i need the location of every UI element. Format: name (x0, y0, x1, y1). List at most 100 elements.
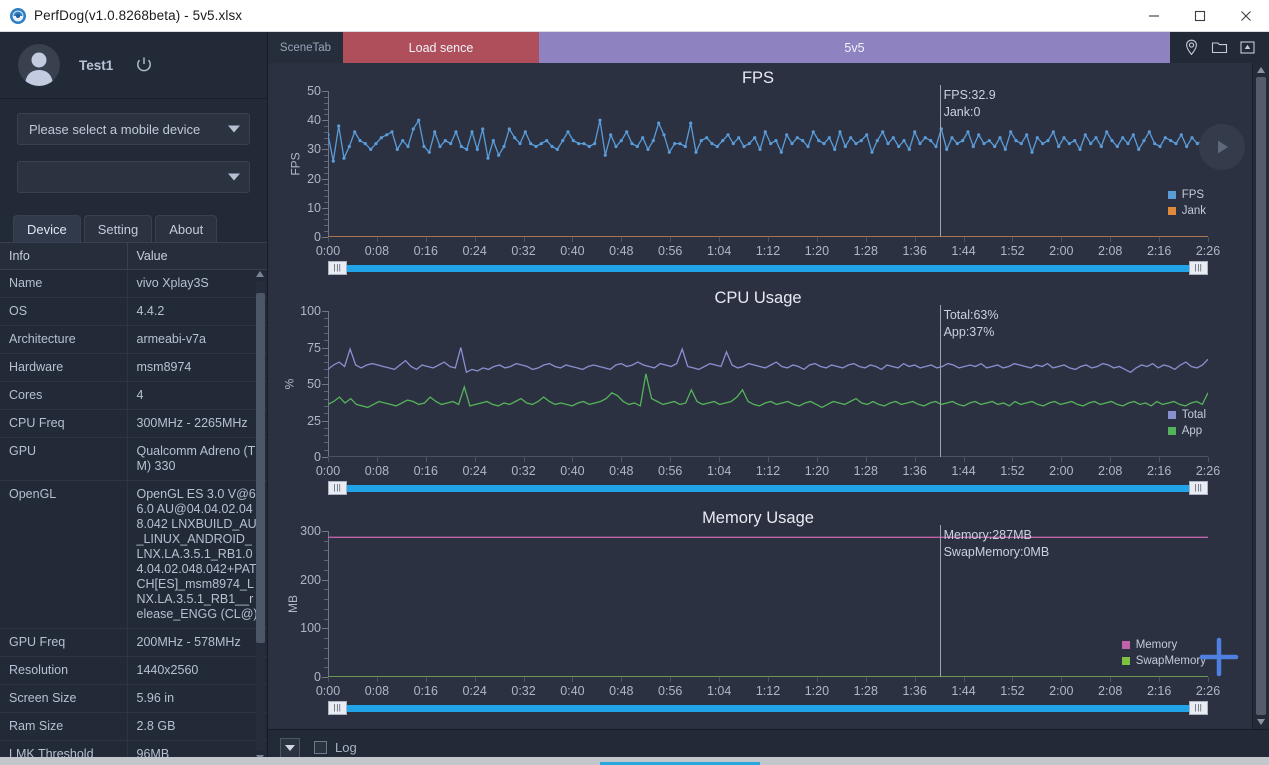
y-tick-label: 10 (307, 201, 321, 215)
table-row[interactable]: OS4.4.2 (0, 298, 267, 326)
scroll-up-icon[interactable] (256, 271, 264, 277)
series-point (822, 142, 825, 145)
table-row[interactable]: GPUQualcomm Adreno (TM) 330 (0, 438, 267, 481)
sidebar-scroll-thumb[interactable] (256, 293, 265, 643)
device-select[interactable]: Please select a mobile device (17, 113, 250, 145)
play-button[interactable] (1199, 124, 1245, 170)
scroll-up-icon[interactable] (1257, 67, 1265, 73)
power-icon[interactable] (135, 56, 153, 74)
legend-label: FPS (1182, 187, 1204, 203)
x-tick-label: 0:32 (511, 244, 535, 258)
cursor-line[interactable] (940, 305, 941, 457)
x-tick-mark (572, 457, 573, 462)
cell-info: CPU Freq (0, 410, 127, 438)
slider-handle-left[interactable]: ||| (328, 261, 347, 275)
series-point (1041, 142, 1044, 145)
plot-area[interactable]: %02550751000:000:080:160:240:320:400:480… (328, 311, 1208, 457)
table-row[interactable]: Architecturearmeabi-v7a (0, 326, 267, 354)
slider-track[interactable] (328, 485, 1208, 492)
series-point (908, 148, 911, 151)
x-tick-mark (426, 237, 427, 242)
time-range-slider[interactable]: ||| ||| (328, 261, 1208, 275)
slider-handle-right[interactable]: ||| (1189, 481, 1208, 495)
add-chart-button[interactable] (1193, 631, 1245, 683)
tab-about[interactable]: About (155, 215, 217, 242)
series-point (328, 133, 330, 136)
time-range-slider[interactable]: ||| ||| (328, 701, 1208, 715)
table-row[interactable]: OpenGLOpenGL ES 3.0 V@66.0 AU@04.04.02.0… (0, 481, 267, 629)
close-button[interactable] (1223, 0, 1269, 31)
tab-device[interactable]: Device (13, 215, 81, 242)
series-point (817, 139, 820, 142)
series-point (454, 130, 457, 133)
cell-info: Hardware (0, 354, 127, 382)
time-range-slider[interactable]: ||| ||| (328, 481, 1208, 495)
table-row[interactable]: Hardwaremsm8974 (0, 354, 267, 382)
legend-item[interactable]: Total (1168, 407, 1206, 423)
maximize-button[interactable] (1177, 0, 1223, 31)
cursor-line[interactable] (940, 525, 941, 677)
slider-handle-right[interactable]: ||| (1189, 701, 1208, 715)
slider-handle-left[interactable]: ||| (328, 481, 347, 495)
x-tick-label: 2:26 (1196, 684, 1220, 698)
x-tick-label: 2:26 (1196, 244, 1220, 258)
table-row[interactable]: Resolution1440x2560 (0, 657, 267, 685)
log-checkbox-box[interactable] (314, 741, 327, 754)
slider-track[interactable] (328, 265, 1208, 272)
charts-scroll-thumb[interactable] (1256, 77, 1266, 715)
scroll-down-icon[interactable] (1257, 719, 1265, 725)
app-select[interactable] (17, 161, 250, 193)
plot-area[interactable]: FPS010203040500:000:080:160:240:320:400:… (328, 91, 1208, 237)
x-tick-mark (621, 237, 622, 242)
series-point (625, 130, 628, 133)
slider-handle-left[interactable]: ||| (328, 701, 347, 715)
y-tick-label: 100 (300, 304, 321, 318)
cell-info: Ram Size (0, 713, 127, 741)
series-point (502, 145, 505, 148)
x-tick-label: 2:16 (1147, 244, 1171, 258)
x-tick-label: 2:08 (1098, 244, 1122, 258)
series-point (662, 133, 665, 136)
scene-tab-load-sence[interactable]: Load sence (343, 32, 539, 63)
slider-handle-right[interactable]: ||| (1189, 261, 1208, 275)
table-row[interactable]: Cores4 (0, 382, 267, 410)
series-point (934, 145, 937, 148)
cursor-line[interactable] (940, 85, 941, 237)
series-point (1142, 139, 1145, 142)
scene-tab-5v5[interactable]: 5v5 (539, 32, 1170, 63)
tab-setting[interactable]: Setting (84, 215, 152, 242)
plot-area[interactable]: MB01002003000:000:080:160:240:320:400:48… (328, 531, 1208, 677)
export-icon[interactable] (1238, 38, 1257, 57)
x-tick-label: 0:56 (658, 464, 682, 478)
log-checkbox[interactable]: Log (314, 740, 357, 755)
sidebar-scroll-track[interactable] (256, 281, 265, 751)
series-point (438, 145, 441, 148)
table-row[interactable]: CPU Freq300MHz - 2265MHz (0, 410, 267, 438)
chart-series-svg (328, 531, 1208, 677)
slider-track[interactable] (328, 705, 1208, 712)
location-pin-icon[interactable] (1182, 38, 1201, 57)
cell-value: 200MHz - 578MHz (127, 629, 267, 657)
scene-tab-label: SceneTab (268, 32, 343, 63)
series-point (721, 139, 724, 142)
x-tick-mark (1061, 677, 1062, 682)
legend-item[interactable]: App (1168, 423, 1206, 439)
folder-icon[interactable] (1210, 38, 1229, 57)
expand-panel-button[interactable] (280, 738, 300, 758)
series-point (684, 145, 687, 148)
legend-item[interactable]: FPS (1168, 187, 1206, 203)
table-row[interactable]: Ram Size2.8 GB (0, 713, 267, 741)
table-row[interactable]: GPU Freq200MHz - 578MHz (0, 629, 267, 657)
x-tick-mark (1159, 677, 1160, 682)
legend-item[interactable]: Jank (1168, 203, 1206, 219)
series-point (582, 142, 585, 145)
series-point (1190, 136, 1193, 139)
charts-vertical-scrollbar[interactable] (1252, 63, 1269, 729)
table-row[interactable]: Screen Size5.96 in (0, 685, 267, 713)
series-point (769, 142, 772, 145)
sidebar-scrollbar[interactable] (256, 269, 265, 763)
series-point (518, 142, 521, 145)
avatar[interactable] (18, 44, 60, 86)
minimize-button[interactable] (1131, 0, 1177, 31)
table-row[interactable]: Namevivo Xplay3S (0, 270, 267, 298)
